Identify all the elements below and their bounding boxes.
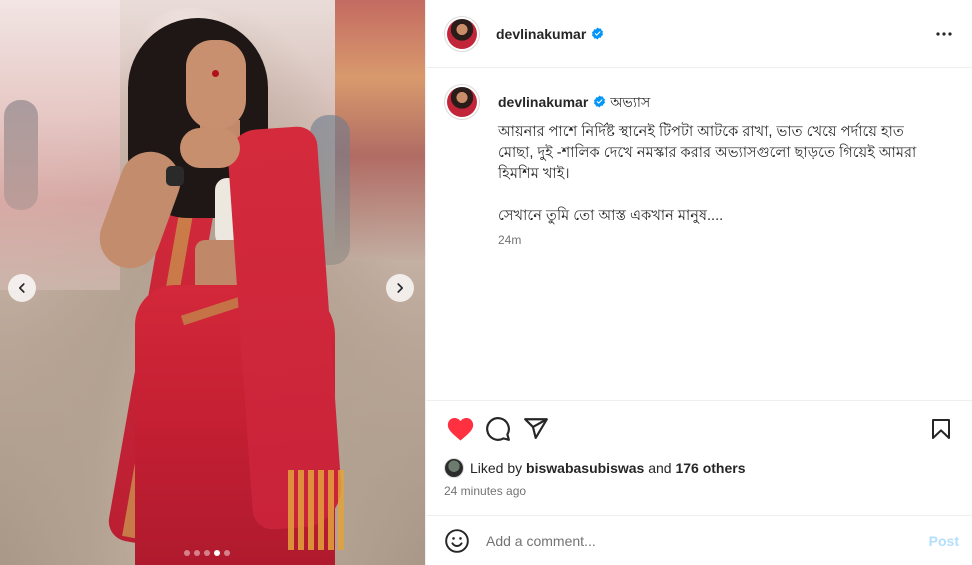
carousel-dot xyxy=(224,550,230,556)
emoji-smile-icon xyxy=(445,528,469,553)
likes-text: Liked by biswabasubiswas and 176 others xyxy=(470,460,746,476)
caption-section: devlinakumar অভ্যাস আয়নার পাশে নির্দিষ্… xyxy=(426,68,972,400)
liker-avatar[interactable] xyxy=(444,458,464,478)
action-bar xyxy=(426,401,972,457)
caption-avatar[interactable] xyxy=(444,84,480,120)
avatar-image xyxy=(447,87,477,117)
avatar[interactable] xyxy=(444,15,480,52)
carousel-dot xyxy=(214,550,220,556)
comment-icon xyxy=(486,417,510,441)
caption-text: আয়নার পাশে নির্দিষ্ট স্থানেই টিপটা আটকে… xyxy=(498,124,917,224)
post-timestamp[interactable]: 24 minutes ago xyxy=(426,478,972,498)
like-button[interactable] xyxy=(440,409,480,449)
photo-bindi xyxy=(212,70,219,77)
carousel-dot xyxy=(184,550,190,556)
caption-username[interactable]: devlinakumar xyxy=(498,94,588,110)
caption-row: devlinakumar অভ্যাস আয়নার পাশে নির্দিষ্… xyxy=(444,84,956,247)
carousel-dots xyxy=(184,550,230,556)
avatar-image xyxy=(447,18,477,49)
caption-timestamp[interactable]: 24m xyxy=(498,233,938,247)
liker-username[interactable]: biswabasubiswas xyxy=(526,460,644,476)
post-header: devlinakumar xyxy=(426,0,972,68)
comment-button[interactable] xyxy=(478,409,518,449)
send-icon xyxy=(524,418,548,439)
photo-saree-tassels xyxy=(288,470,348,550)
save-button[interactable] xyxy=(921,409,961,449)
carousel-prev-button[interactable] xyxy=(8,274,36,302)
photo-hand xyxy=(180,128,240,168)
carousel-dot xyxy=(204,550,210,556)
likes-summary: Liked by biswabasubiswas and 176 others xyxy=(426,458,972,478)
likes-prefix: Liked by xyxy=(470,460,523,476)
carousel-dot xyxy=(194,550,200,556)
emoji-button[interactable] xyxy=(442,526,472,556)
heart-filled-icon xyxy=(447,417,473,440)
chevron-left-icon xyxy=(19,283,25,293)
verified-badge-icon xyxy=(594,95,606,108)
caption-header: devlinakumar অভ্যাস xyxy=(498,84,938,112)
chevron-right-icon xyxy=(397,283,403,293)
post-details-panel: devlinakumar devlinakumar অভ্যাস আয়নার … xyxy=(425,0,972,565)
verified-badge-icon xyxy=(592,27,604,40)
carousel-next-button[interactable] xyxy=(386,274,414,302)
likes-others[interactable]: 176 others xyxy=(675,460,745,476)
post-image-carousel[interactable] xyxy=(0,0,425,565)
caption-body: devlinakumar অভ্যাস আয়নার পাশে নির্দিষ্… xyxy=(498,84,938,247)
post-username[interactable]: devlinakumar xyxy=(496,26,586,42)
action-section: Liked by biswabasubiswas and 176 others … xyxy=(426,400,972,498)
more-options-button[interactable] xyxy=(932,22,956,46)
caption-title: অভ্যাস xyxy=(610,94,651,110)
post-comment-button[interactable]: Post xyxy=(929,533,959,549)
instagram-post-dialog: devlinakumar devlinakumar অভ্যাস আয়নার … xyxy=(0,0,972,565)
bookmark-icon xyxy=(932,419,950,439)
comment-bar: Post xyxy=(426,515,972,565)
comment-input[interactable] xyxy=(486,532,929,549)
likes-joiner: and xyxy=(648,460,672,476)
photo-subject xyxy=(0,0,425,565)
photo-face xyxy=(186,40,246,130)
more-horizontal-icon xyxy=(936,31,952,36)
photo-watch xyxy=(166,166,184,186)
share-button[interactable] xyxy=(516,409,556,449)
